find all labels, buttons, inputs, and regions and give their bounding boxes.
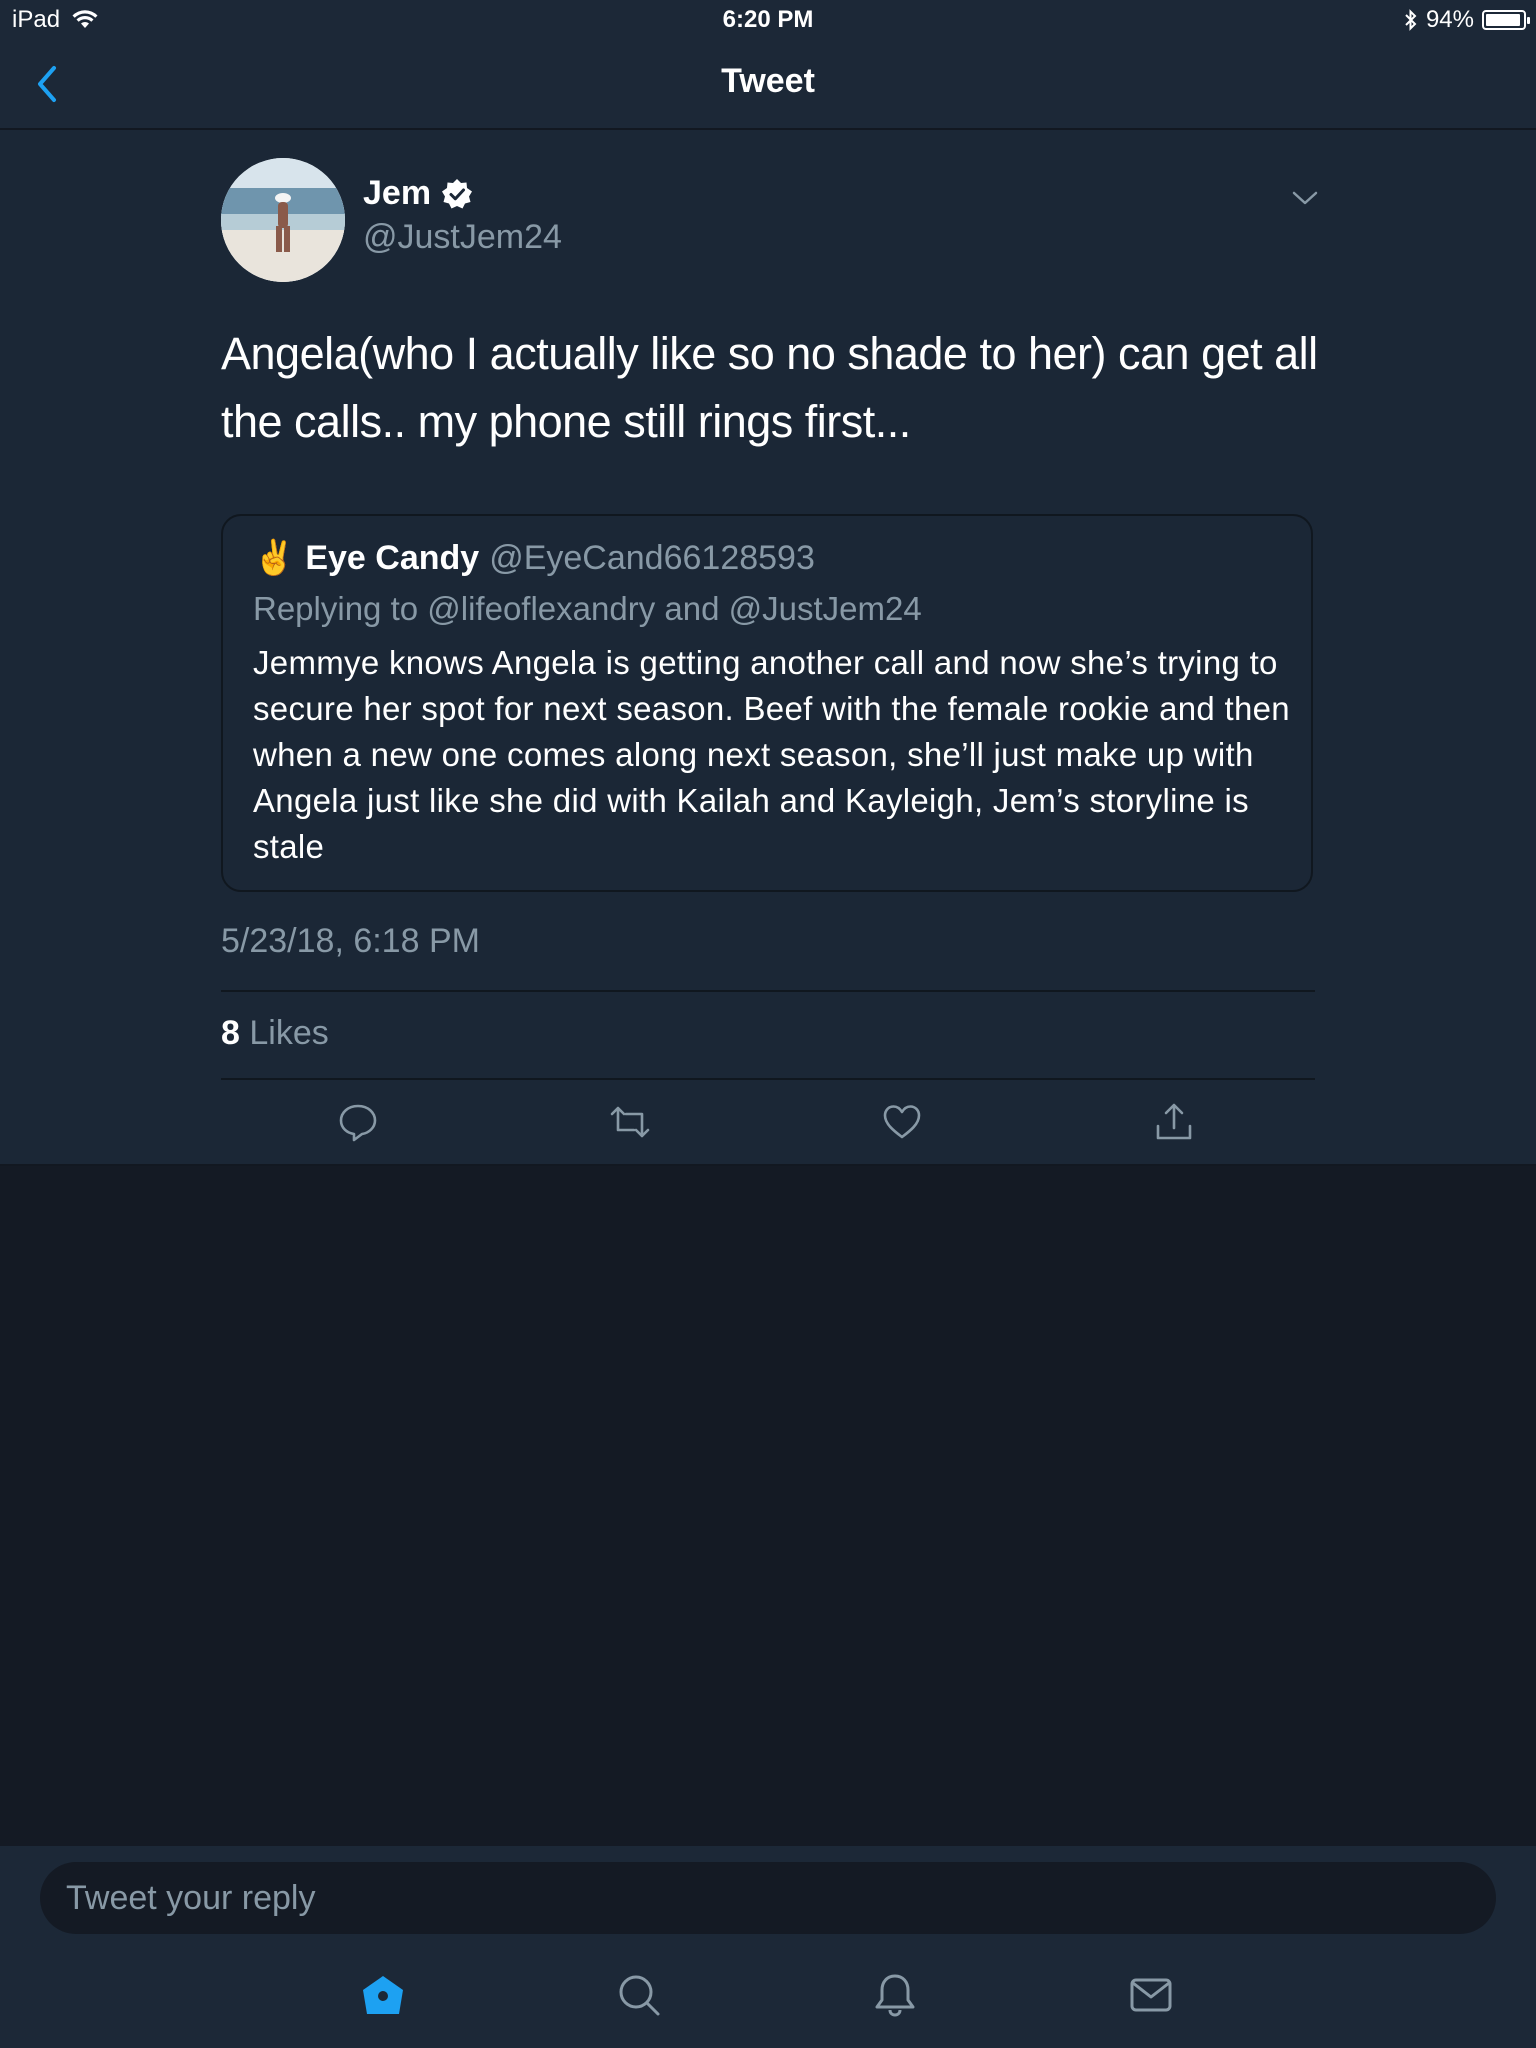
reply-input[interactable] <box>40 1862 1496 1934</box>
battery-icon <box>1482 10 1530 30</box>
status-right: 94% <box>1404 6 1530 34</box>
author-handle[interactable]: @JustJem24 <box>363 218 562 257</box>
status-bar: iPad 6:20 PM 94% <box>0 0 1536 40</box>
quoted-author-name: Eye Candy <box>305 538 480 577</box>
bluetooth-icon <box>1405 9 1417 31</box>
divider <box>221 1078 1315 1080</box>
quoted-header: ✌️ Eye Candy @EyeCand66128593 <box>253 538 815 578</box>
share-icon[interactable] <box>1152 1100 1196 1144</box>
victory-hand-emoji: ✌️ <box>253 539 296 577</box>
like-icon[interactable] <box>880 1100 924 1144</box>
home-icon[interactable] <box>360 1972 406 2018</box>
avatar[interactable] <box>221 158 345 282</box>
author-name: Jem <box>363 174 432 212</box>
quoted-tweet[interactable]: ✌️ Eye Candy @EyeCand66128593 Replying t… <box>221 514 1313 892</box>
likes-summary[interactable]: 8 Likes <box>221 1014 329 1053</box>
page-title: Tweet <box>721 62 815 100</box>
divider <box>221 990 1315 992</box>
bottom-bar <box>0 1846 1536 2048</box>
likes-count: 8 <box>221 1014 240 1052</box>
tweet-detail: Jem @JustJem24 Angela(who I actually lik… <box>0 130 1536 1166</box>
verified-badge-icon <box>442 178 473 208</box>
status-time: 6:20 PM <box>722 6 814 33</box>
avatar-image <box>221 158 345 282</box>
search-icon[interactable] <box>616 1972 662 2018</box>
quoted-author-handle: @EyeCand66128593 <box>489 538 815 577</box>
quoted-replying-to: Replying to @lifeoflexandry and @JustJem… <box>253 590 922 627</box>
author-name-row[interactable]: Jem <box>363 174 473 213</box>
retweet-icon[interactable] <box>608 1100 652 1144</box>
tweet-timestamp: 5/23/18, 6:18 PM <box>221 922 480 960</box>
likes-label: Likes <box>249 1014 329 1052</box>
notifications-icon[interactable] <box>872 1972 918 2018</box>
quoted-text: Jemmye knows Angela is getting another c… <box>253 644 1290 865</box>
reply-icon[interactable] <box>336 1100 380 1144</box>
tweet-text: Angela(who I actually like so no shade t… <box>221 328 1318 447</box>
chevron-down-icon[interactable] <box>1290 186 1320 210</box>
messages-icon[interactable] <box>1128 1972 1174 2018</box>
nav-bar: Tweet <box>0 40 1536 130</box>
battery-percent: 94% <box>1425 6 1474 33</box>
